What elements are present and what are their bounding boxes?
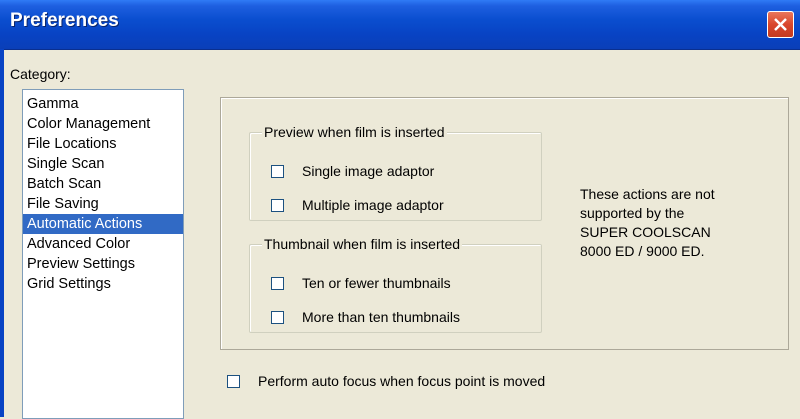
category-item-file-saving[interactable]: File Saving	[23, 194, 183, 214]
note-line-3: SUPER COOLSCAN	[580, 224, 711, 240]
ten-or-fewer-thumbnails-label: Ten or fewer thumbnails	[302, 275, 451, 291]
single-image-adaptor-option[interactable]: Single image adaptor	[271, 162, 434, 180]
note-line-2: supported by the	[580, 205, 685, 221]
preview-groupbox: Preview when film is inserted Single ima…	[249, 123, 542, 221]
ten-or-fewer-thumbnails-checkbox[interactable]	[271, 276, 284, 290]
auto-focus-label: Perform auto focus when focus point is m…	[258, 373, 546, 389]
auto-focus-option[interactable]: Perform auto focus when focus point is m…	[227, 372, 545, 390]
category-item-file-locations[interactable]: File Locations	[23, 134, 183, 154]
multiple-image-adaptor-option[interactable]: Multiple image adaptor	[271, 196, 444, 214]
multiple-image-adaptor-label: Multiple image adaptor	[302, 197, 444, 213]
window-title: Preferences	[10, 10, 119, 31]
category-item-advanced-color[interactable]: Advanced Color	[23, 234, 183, 254]
category-item-single-scan[interactable]: Single Scan	[23, 154, 183, 174]
thumbnail-group-legend: Thumbnail when film is inserted	[262, 235, 463, 253]
note-line-1: These actions are not	[580, 186, 715, 202]
close-button[interactable]	[767, 11, 794, 38]
preferences-dialog: Preferences Category: Gamma Color Manage…	[0, 0, 800, 419]
more-than-ten-thumbnails-label: More than ten thumbnails	[302, 309, 460, 325]
ten-or-fewer-thumbnails-option[interactable]: Ten or fewer thumbnails	[271, 274, 451, 292]
category-item-automatic-actions[interactable]: Automatic Actions	[23, 214, 183, 234]
title-bar[interactable]: Preferences	[0, 0, 800, 50]
window-frame-left	[0, 49, 4, 417]
unsupported-note: These actions are not supported by the S…	[580, 185, 780, 261]
category-item-preview-settings[interactable]: Preview Settings	[23, 254, 183, 274]
category-item-color-management[interactable]: Color Management	[23, 114, 183, 134]
category-list[interactable]: Gamma Color Management File Locations Si…	[22, 89, 184, 419]
auto-focus-checkbox[interactable]	[227, 374, 240, 388]
close-icon	[774, 18, 787, 31]
category-label: Category:	[10, 66, 71, 82]
multiple-image-adaptor-checkbox[interactable]	[271, 198, 284, 212]
single-image-adaptor-checkbox[interactable]	[271, 164, 284, 178]
category-item-batch-scan[interactable]: Batch Scan	[23, 174, 183, 194]
note-line-4: 8000 ED / 9000 ED.	[580, 243, 705, 259]
more-than-ten-thumbnails-checkbox[interactable]	[271, 310, 284, 324]
thumbnail-groupbox: Thumbnail when film is inserted Ten or f…	[249, 235, 542, 333]
category-item-grid-settings[interactable]: Grid Settings	[23, 274, 183, 294]
more-than-ten-thumbnails-option[interactable]: More than ten thumbnails	[271, 308, 460, 326]
single-image-adaptor-label: Single image adaptor	[302, 163, 435, 179]
preview-group-legend: Preview when film is inserted	[262, 123, 447, 141]
category-item-gamma[interactable]: Gamma	[23, 94, 183, 114]
